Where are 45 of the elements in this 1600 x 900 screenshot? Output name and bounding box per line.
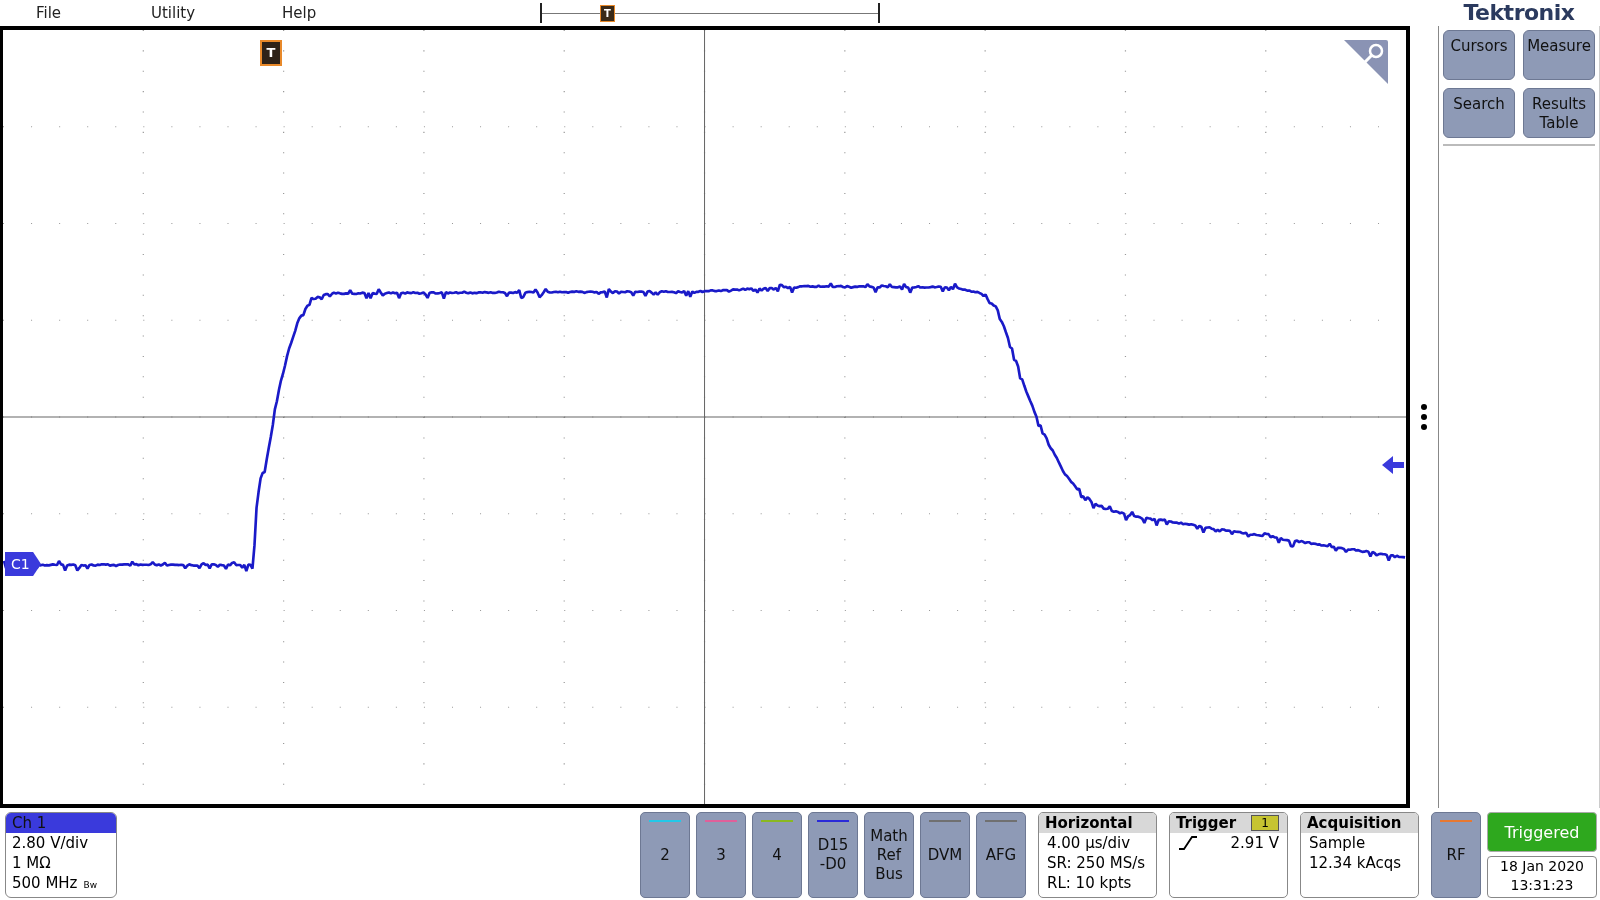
panel-title: Trigger bbox=[1176, 813, 1237, 833]
more-icon[interactable] bbox=[1420, 403, 1429, 431]
side-button[interactable]: Cursors bbox=[1443, 30, 1515, 80]
panel-title: Acquisition bbox=[1301, 813, 1418, 833]
trigger-level: 2.91 V bbox=[1230, 833, 1279, 853]
trigger-panel[interactable]: Trigger 1 2.91 V bbox=[1169, 812, 1288, 898]
channel-marker[interactable]: C1 bbox=[5, 552, 41, 576]
menu-item[interactable]: Help bbox=[282, 4, 317, 22]
rising-edge-icon bbox=[1178, 836, 1198, 850]
bandwidth-limit-mark: Bw bbox=[83, 880, 98, 890]
trigger-marker[interactable]: T bbox=[260, 40, 282, 66]
menu-item[interactable]: Utility bbox=[151, 4, 282, 22]
side-button[interactable]: Search bbox=[1443, 88, 1515, 138]
acquisition-panel[interactable]: Acquisition Sample 12.34 kAcqs bbox=[1300, 812, 1419, 898]
brand-logo: Tektronix bbox=[1462, 0, 1576, 26]
trigger-source-badge: 1 bbox=[1251, 815, 1279, 831]
panel-value: 12.34 kAcqs bbox=[1308, 853, 1402, 873]
side-button[interactable]: Measure bbox=[1523, 30, 1595, 80]
channel-button[interactable]: D15 -D0 bbox=[808, 812, 858, 898]
panel-value: Sample bbox=[1308, 833, 1367, 853]
panel-title: Horizontal bbox=[1039, 813, 1156, 833]
panel-value: SR: 250 MS/s bbox=[1046, 853, 1147, 873]
record-overview-bar[interactable]: T bbox=[540, 3, 880, 23]
channel-setting: 500 MHz bbox=[11, 873, 78, 893]
channel-setting: 2.80 V/div bbox=[11, 833, 90, 853]
channel-badge[interactable]: Ch 1 2.80 V/div 1 MΩ 500 MHz Bw bbox=[5, 812, 117, 898]
trigger-position-marker: T bbox=[600, 5, 615, 22]
panel-value: 4.00 µs/div bbox=[1046, 833, 1132, 853]
channel-setting: 1 MΩ bbox=[11, 853, 52, 873]
zoom-icon[interactable] bbox=[1342, 38, 1391, 86]
trigger-level-arrow-icon[interactable] bbox=[1382, 454, 1405, 476]
channel-button[interactable]: 3 bbox=[696, 812, 746, 898]
rf-button[interactable]: RF bbox=[1431, 812, 1481, 898]
trigger-status: Triggered bbox=[1487, 812, 1597, 852]
channel-button[interactable]: 2 bbox=[640, 812, 690, 898]
channel-button[interactable]: Math Ref Bus bbox=[864, 812, 914, 898]
date-time: 18 Jan 2020 13:31:23 bbox=[1487, 856, 1597, 898]
panel-value: RL: 10 kpts bbox=[1046, 873, 1133, 893]
horizontal-panel[interactable]: Horizontal 4.00 µs/div SR: 250 MS/s RL: 10 kpts bbox=[1038, 812, 1157, 898]
channel-button[interactable]: 4 bbox=[752, 812, 802, 898]
channel-title: Ch 1 bbox=[6, 813, 116, 833]
side-button[interactable]: Results Table bbox=[1523, 88, 1595, 138]
menu-item[interactable]: File bbox=[36, 4, 151, 22]
channel-button[interactable]: DVM bbox=[920, 812, 970, 898]
channel-button[interactable]: AFG bbox=[976, 812, 1026, 898]
